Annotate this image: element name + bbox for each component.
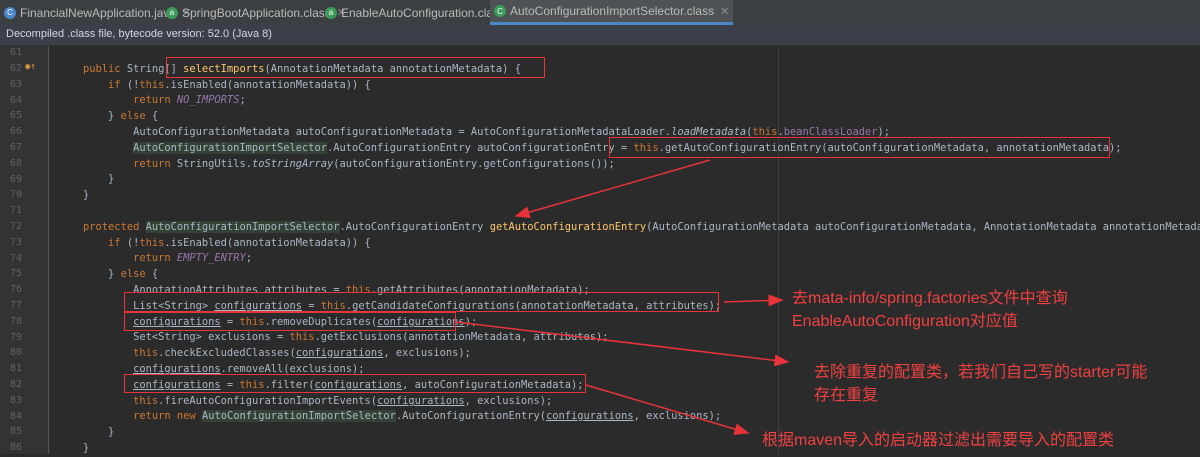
note-spring-factories-line2: EnableAutoConfiguration对应值 [792,313,1018,330]
note-spring-factories-line1: 去mata-info/spring.factories文件中查询 [792,290,1068,307]
arrow-to-filter-note [585,384,750,435]
arrow-to-spring-factories-note [723,294,784,307]
arrow-to-get-auto-configuration-entry [514,159,711,219]
annotation-arrows [455,159,790,435]
note-filter: 根据maven导入的启动器过滤出需要导入的配置类 [762,432,1115,449]
note-dedup-line2: 存在重复 [814,387,879,404]
note-dedup-line1: 去除重复的配置类，若我们自己写的starter可能 [814,364,1148,381]
arrow-to-dedup-note [455,321,790,367]
